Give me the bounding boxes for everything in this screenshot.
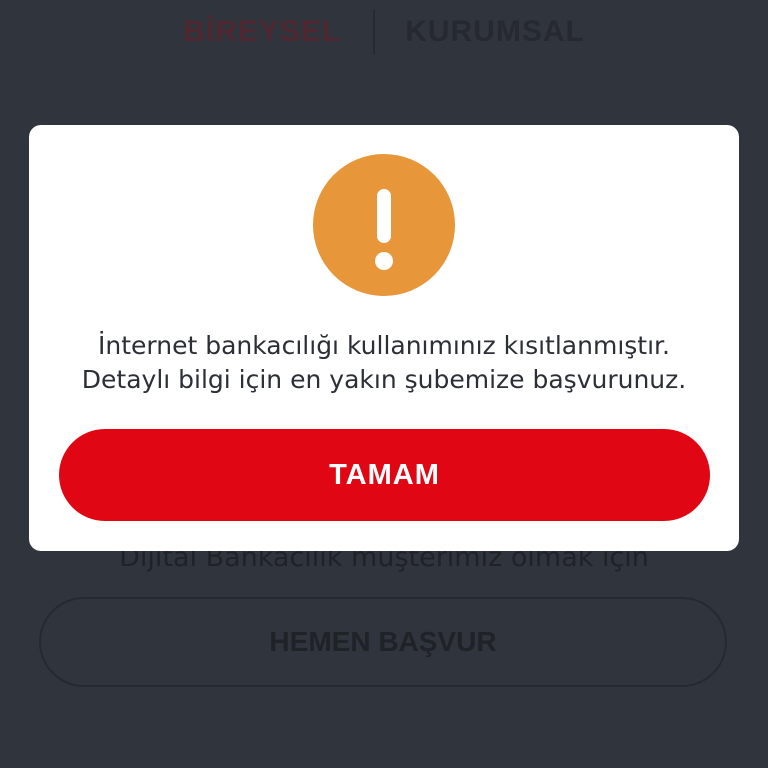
segment-tabs: BİREYSEL KURUMSAL — [0, 10, 768, 54]
tab-corporate[interactable]: KURUMSAL — [405, 15, 585, 49]
alert-message-line-2: Detaylı bilgi için en yakın şubemize baş… — [81, 365, 687, 394]
alert-message-line-1: İnternet bankacılığı kullanımınız kısıtl… — [98, 331, 670, 360]
apply-now-button[interactable]: HEMEN BAŞVUR — [39, 597, 727, 687]
exclamation-dot — [375, 252, 393, 270]
alert-dialog: İnternet bankacılığı kullanımınız kısıtl… — [29, 125, 739, 551]
exclamation-bar — [377, 189, 391, 243]
alert-message: İnternet bankacılığı kullanımınız kısıtl… — [29, 329, 739, 397]
exclamation-icon — [313, 154, 455, 296]
screen: BİREYSEL KURUMSAL Dijital Bankacılık müş… — [0, 0, 768, 768]
tab-divider — [373, 10, 376, 54]
tab-individual[interactable]: BİREYSEL — [183, 15, 341, 49]
ok-button[interactable]: TAMAM — [59, 429, 710, 521]
